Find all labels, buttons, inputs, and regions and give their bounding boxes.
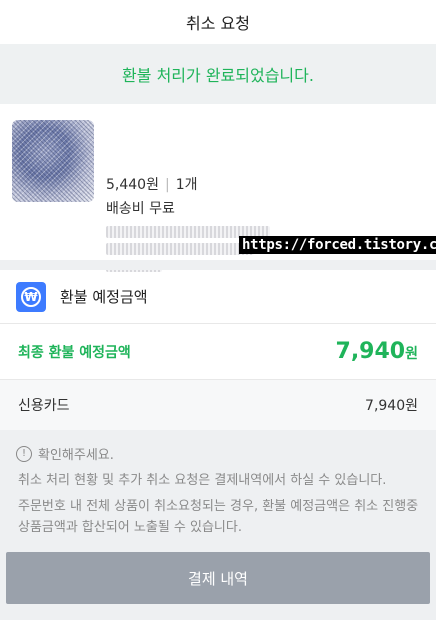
payment-method-row: 신용카드 7,940원: [0, 380, 436, 430]
info-icon: !: [16, 445, 32, 462]
product-price-quantity: 5,440원 | 1개: [106, 177, 198, 193]
won-icon: ₩: [16, 281, 46, 312]
shipping-fee: 배송비 무료: [106, 201, 175, 217]
product-thumbnail: [12, 120, 94, 202]
watermark: https://forced.tistory.com: [239, 236, 436, 254]
refund-complete-banner: 환불 처리가 완료되었습니다.: [0, 44, 436, 104]
product-price: 5,440원: [106, 177, 159, 193]
section-divider: [0, 260, 436, 270]
refund-section-title: 환불 예정금액: [60, 288, 148, 306]
payment-history-button[interactable]: 결제 내역: [6, 552, 430, 604]
notice-header: ! 확인해주세요.: [16, 444, 114, 463]
payment-method-amount: 7,940원: [365, 398, 418, 414]
payment-method-label: 신용카드: [18, 398, 70, 414]
refund-complete-message: 환불 처리가 완료되었습니다.: [122, 66, 314, 85]
refund-section-header: ₩ 환불 예정금액: [0, 270, 436, 324]
final-refund-label: 최종 환불 예정금액: [18, 344, 131, 361]
notice-title: 확인해주세요.: [38, 448, 114, 463]
product-quantity: 1개: [175, 177, 198, 193]
page-title: 취소 요청: [186, 14, 250, 33]
final-refund-row: 최종 환불 예정금액 7,940원: [0, 324, 436, 380]
page-header: 취소 요청: [0, 0, 436, 44]
product-option-redacted: [106, 243, 254, 255]
final-refund-amount: 7,940원: [335, 339, 418, 364]
notice-text-1: 취소 처리 현황 및 추가 취소 요청은 결제내역에서 하실 수 있습니다.: [18, 473, 387, 488]
notice-text-2: 주문번호 내 전체 상품이 취소요청되는 경우, 환불 예정금액은 취소 진행중…: [18, 499, 419, 535]
